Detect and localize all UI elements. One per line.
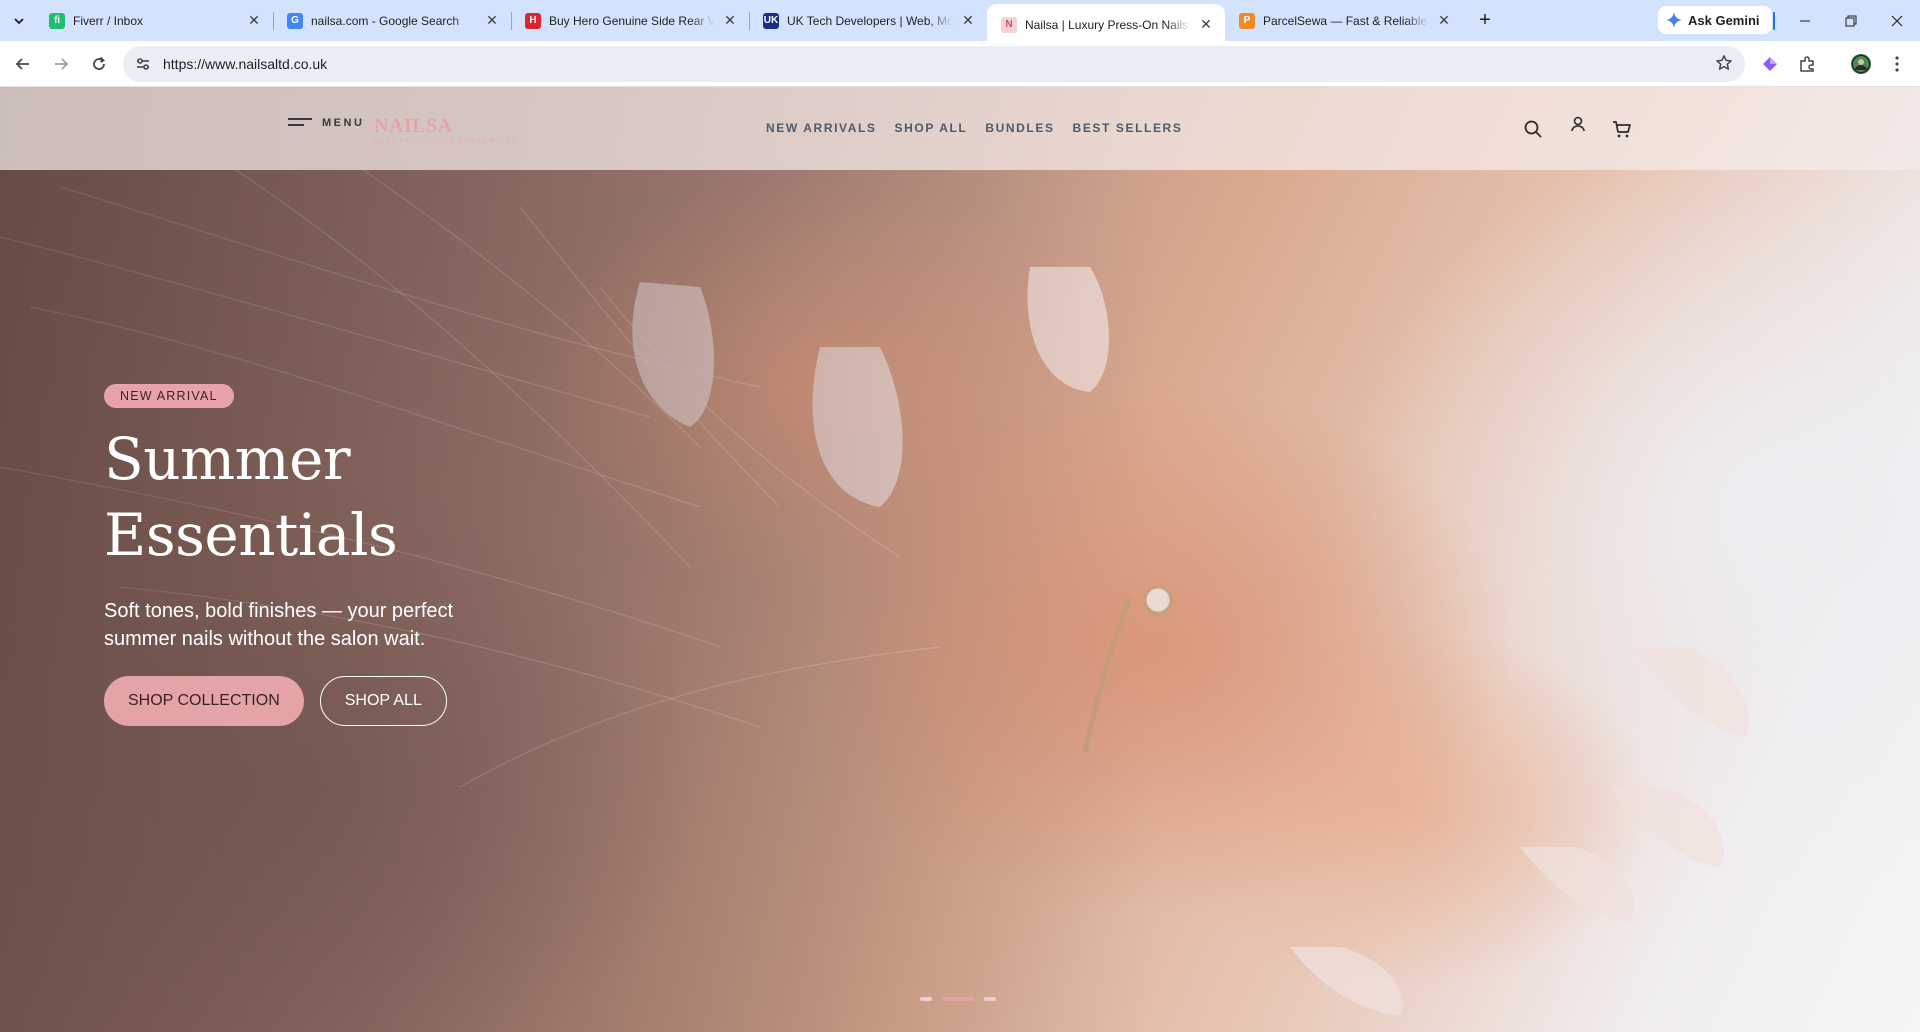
account-icon: [1571, 116, 1585, 132]
minimize-icon: [1800, 20, 1810, 21]
browser-tab[interactable]: Gnailsa.com - Google Search ✕: [273, 0, 511, 41]
browser-menu-button[interactable]: [1879, 41, 1915, 87]
reload-icon: [93, 56, 106, 70]
back-button[interactable]: [6, 47, 40, 81]
menu-label: MENU: [322, 117, 365, 129]
tab-title: Buy Hero Genuine Side Rear Vie: [549, 13, 715, 28]
tab-title: ParcelSewa — Fast & Reliable Pa: [1263, 13, 1429, 28]
tab-favicon-icon: P: [1239, 12, 1255, 29]
close-icon: ✕: [1438, 12, 1450, 28]
new-tab-button[interactable]: +: [1471, 7, 1499, 35]
site-info-button[interactable]: [125, 46, 161, 82]
nav-new-arrivals[interactable]: NEW ARRIVALS: [766, 121, 877, 135]
browser-tab[interactable]: UK UK Tech Developers | Web, Mob ✕: [749, 0, 987, 41]
browser-tab[interactable]: P ParcelSewa — Fast & Reliable Pa ✕: [1225, 0, 1463, 41]
toolbar-divider: [1773, 12, 1775, 30]
ask-gemini-button[interactable]: Ask Gemini: [1658, 6, 1772, 34]
hero-title-line-1: Summer: [104, 425, 351, 493]
hero-title: Summer Essentials: [104, 421, 524, 573]
tab-favicon-icon: H: [525, 12, 541, 29]
browser-tab[interactable]: N Nailsa | Luxury Press-On Nails fo ✕: [987, 4, 1225, 45]
url-text[interactable]: https://www.nailsaltd.co.uk: [163, 56, 327, 72]
hero-title-line-2: Essentials: [104, 501, 398, 569]
tab-list: fi Fiverr / Inbox ✕ Gnailsa.com - Google Se…: [35, 0, 1463, 45]
tab-close-button[interactable]: ✕: [1435, 12, 1453, 30]
reload-button[interactable]: [82, 47, 116, 81]
tab-close-button[interactable]: ✕: [245, 12, 263, 30]
tab-title: UK Tech Developers | Web, Mob: [787, 13, 953, 28]
tab-close-button[interactable]: ✕: [483, 12, 501, 30]
tab-favicon-icon: G: [287, 12, 303, 29]
slider-dot[interactable]: [942, 997, 974, 1001]
browser-tab[interactable]: fi Fiverr / Inbox ✕: [35, 0, 273, 41]
tab-strip: fi Fiverr / Inbox ✕ Gnailsa.com - Google Se…: [0, 0, 1920, 45]
star-icon: [1716, 55, 1732, 70]
ask-gemini-label: Ask Gemini: [1688, 12, 1760, 28]
chevron-down-icon: [14, 17, 24, 24]
hero-subtitle: Soft tones, bold finishes — your perfect…: [104, 600, 454, 650]
search-button[interactable]: [1521, 117, 1545, 141]
search-icon: [1524, 120, 1542, 138]
new-arrival-badge: NEW ARRIVAL: [104, 384, 234, 408]
bookmark-button[interactable]: [1715, 54, 1733, 77]
main-navigation: NEW ARRIVALS SHOP ALL BUNDLES BEST SELLE…: [766, 121, 1182, 135]
minimize-button[interactable]: [1782, 0, 1828, 41]
avatar-icon: [1851, 54, 1871, 74]
tab-search-button[interactable]: [5, 7, 33, 35]
plus-icon: +: [1479, 9, 1491, 31]
page-viewport: MENU NAILSA BEAUTY AT YOUR FINGERTIPS NE…: [0, 87, 1920, 1032]
diamond-extension-icon: [1763, 57, 1777, 71]
slider-dots: [920, 997, 996, 1001]
tab-title: Nailsa | Luxury Press-On Nails fo: [1025, 17, 1191, 32]
browser-tab[interactable]: H Buy Hero Genuine Side Rear Vie ✕: [511, 0, 749, 41]
logo-wordmark: NAILSA: [374, 115, 453, 137]
slider-dot[interactable]: [984, 997, 996, 1001]
tab-title: nailsa.com - Google Search: [311, 13, 460, 28]
cart-button[interactable]: [1610, 117, 1634, 141]
cart-icon: [1613, 121, 1631, 138]
tab-close-button[interactable]: ✕: [1197, 16, 1215, 34]
shop-collection-button[interactable]: SHOP COLLECTION: [104, 676, 304, 726]
close-icon: ✕: [1200, 16, 1212, 32]
shop-all-button[interactable]: SHOP ALL: [319, 676, 447, 726]
nav-best-sellers[interactable]: BEST SELLERS: [1073, 121, 1183, 135]
more-vertical-icon: [1895, 56, 1899, 72]
tab-favicon-icon: N: [1001, 16, 1017, 33]
tab-close-button[interactable]: ✕: [721, 12, 739, 30]
forward-button[interactable]: [44, 47, 78, 81]
arrow-right-icon: [55, 57, 69, 70]
hamburger-icon: [288, 118, 312, 128]
arrow-left-icon: [15, 57, 29, 70]
logo-tagline: BEAUTY AT YOUR FINGERTIPS: [374, 139, 518, 145]
account-button[interactable]: [1566, 113, 1590, 137]
close-icon: [1891, 15, 1903, 26]
nav-shop-all[interactable]: SHOP ALL: [895, 121, 968, 135]
close-window-button[interactable]: [1874, 0, 1920, 41]
profile-button[interactable]: [1843, 41, 1879, 87]
close-icon: ✕: [962, 12, 974, 28]
restore-icon: [1845, 15, 1857, 26]
slider-dot[interactable]: [920, 997, 932, 1001]
gemini-sparkle-icon: [1666, 12, 1682, 28]
hero-content: NEW ARRIVAL Summer Essentials Soft tones…: [104, 384, 624, 726]
tune-icon: [137, 58, 149, 70]
address-bar[interactable]: https://www.nailsaltd.co.uk: [123, 46, 1745, 82]
extensions-menu-button[interactable]: [1789, 41, 1825, 87]
extension-button[interactable]: [1752, 41, 1788, 87]
tab-title: Fiverr / Inbox: [73, 13, 144, 28]
close-icon: ✕: [724, 12, 736, 28]
puzzle-icon: [1800, 56, 1814, 72]
restore-button[interactable]: [1828, 0, 1874, 41]
browser-toolbar: https://www.nailsaltd.co.uk: [0, 41, 1920, 87]
site-logo[interactable]: NAILSA BEAUTY AT YOUR FINGERTIPS: [374, 115, 518, 145]
tab-favicon-icon: UK: [763, 12, 779, 29]
site-header: MENU NAILSA BEAUTY AT YOUR FINGERTIPS NE…: [0, 87, 1920, 170]
tab-favicon-icon: fi: [49, 12, 65, 29]
nav-bundles[interactable]: BUNDLES: [985, 121, 1054, 135]
menu-button[interactable]: MENU: [288, 117, 364, 129]
hero-cta-group: SHOP COLLECTION SHOP ALL: [104, 676, 624, 726]
close-icon: ✕: [486, 12, 498, 28]
close-icon: ✕: [248, 12, 260, 28]
tab-close-button[interactable]: ✕: [959, 12, 977, 30]
